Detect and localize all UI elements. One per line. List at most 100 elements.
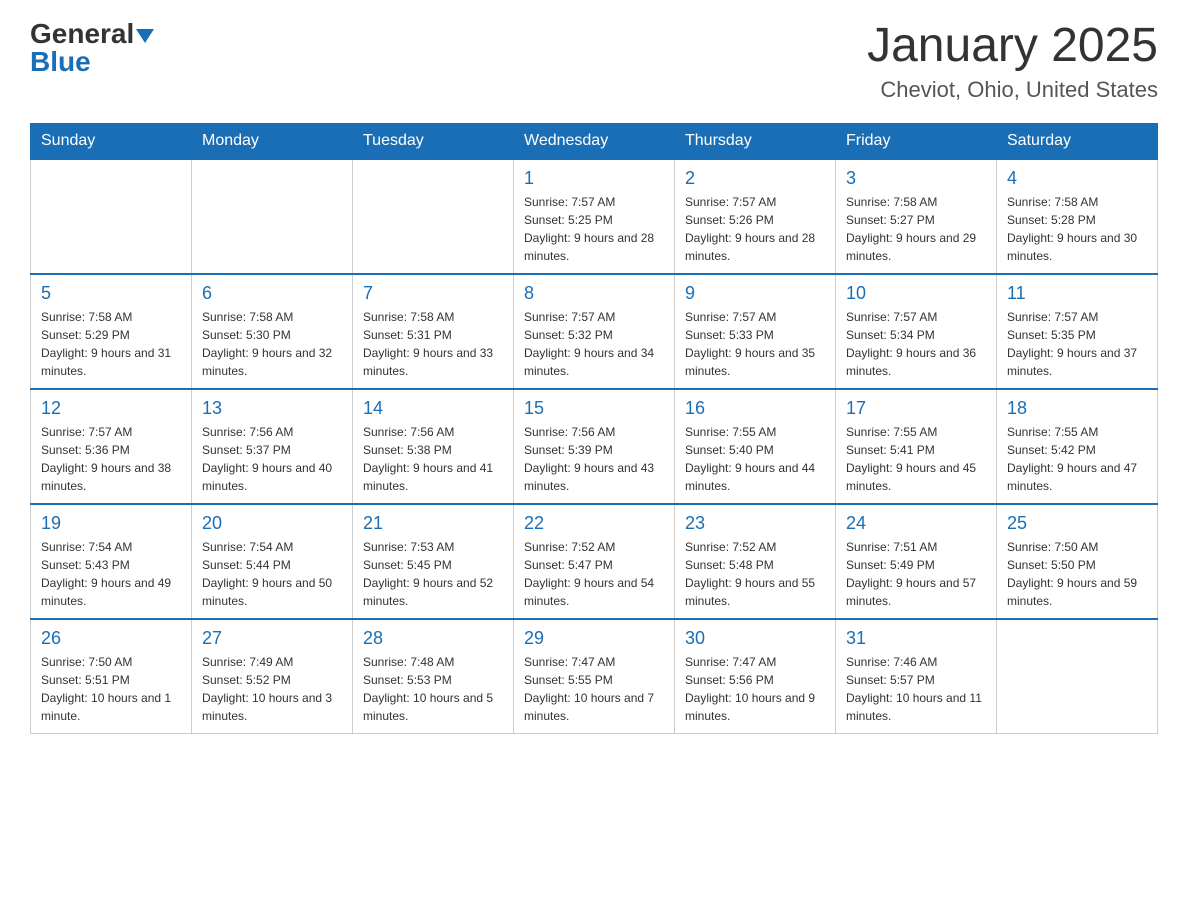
day-info: Sunrise: 7:57 AM Sunset: 5:26 PM Dayligh… bbox=[685, 193, 825, 265]
day-info: Sunrise: 7:50 AM Sunset: 5:50 PM Dayligh… bbox=[1007, 538, 1147, 610]
calendar-cell: 29 Sunrise: 7:47 AM Sunset: 5:55 PM Dayli… bbox=[514, 619, 675, 734]
title-block: January 2025 Cheviot, Ohio, United State… bbox=[867, 20, 1158, 103]
month-title: January 2025 bbox=[867, 20, 1158, 73]
day-info: Sunrise: 7:56 AM Sunset: 5:39 PM Dayligh… bbox=[524, 423, 664, 495]
day-number: 20 bbox=[202, 513, 342, 534]
logo: General Blue bbox=[30, 20, 154, 76]
day-number: 6 bbox=[202, 283, 342, 304]
calendar-cell: 13Sunrise: 7:56 AM Sunset: 5:37 PM Dayli… bbox=[192, 389, 353, 504]
day-number: 28 bbox=[363, 628, 503, 649]
calendar-cell: 26 Sunrise: 7:50 AM Sunset: 5:51 PM Dayli… bbox=[31, 619, 192, 734]
day-number: 9 bbox=[685, 283, 825, 304]
day-info: Sunrise: 7:47 AM Sunset: 5:55 PM Dayligh… bbox=[524, 653, 664, 725]
day-number: 10 bbox=[846, 283, 986, 304]
day-number: 1 bbox=[524, 168, 664, 189]
day-number: 31 bbox=[846, 628, 986, 649]
calendar-cell: 31 Sunrise: 7:46 AM Sunset: 5:57 PM Dayli… bbox=[836, 619, 997, 734]
calendar-cell: 14 Sunrise: 7:56 AM Sunset: 5:38 PM Dayli… bbox=[353, 389, 514, 504]
calendar-cell: 9Sunrise: 7:57 AM Sunset: 5:33 PM Daylig… bbox=[675, 274, 836, 389]
week-row-4: 19Sunrise: 7:54 AM Sunset: 5:43 PM Dayli… bbox=[31, 504, 1158, 619]
calendar-cell: 28 Sunrise: 7:48 AM Sunset: 5:53 PM Dayli… bbox=[353, 619, 514, 734]
calendar-cell: 5Sunrise: 7:58 AM Sunset: 5:29 PM Daylig… bbox=[31, 274, 192, 389]
day-info: Sunrise: 7:58 AM Sunset: 5:31 PM Dayligh… bbox=[363, 308, 503, 380]
page-header: General Blue January 2025 Cheviot, Ohio,… bbox=[30, 20, 1158, 103]
calendar-cell: 3Sunrise: 7:58 AM Sunset: 5:27 PM Daylig… bbox=[836, 159, 997, 274]
calendar-cell: 27Sunrise: 7:49 AM Sunset: 5:52 PM Dayli… bbox=[192, 619, 353, 734]
day-number: 14 bbox=[363, 398, 503, 419]
calendar-cell: 11 Sunrise: 7:57 AM Sunset: 5:35 PM Dayli… bbox=[997, 274, 1158, 389]
logo-top-row: General bbox=[30, 20, 154, 48]
day-number: 7 bbox=[363, 283, 503, 304]
calendar-table: SundayMondayTuesdayWednesdayThursdayFrid… bbox=[30, 123, 1158, 734]
day-info: Sunrise: 7:47 AM Sunset: 5:56 PM Dayligh… bbox=[685, 653, 825, 725]
weekday-header-friday: Friday bbox=[836, 123, 997, 159]
calendar-cell: 25Sunrise: 7:50 AM Sunset: 5:50 PM Dayli… bbox=[997, 504, 1158, 619]
day-number: 11 bbox=[1007, 283, 1147, 304]
calendar-cell: 1 Sunrise: 7:57 AM Sunset: 5:25 PM Daylig… bbox=[514, 159, 675, 274]
day-number: 18 bbox=[1007, 398, 1147, 419]
day-info: Sunrise: 7:54 AM Sunset: 5:44 PM Dayligh… bbox=[202, 538, 342, 610]
day-info: Sunrise: 7:57 AM Sunset: 5:36 PM Dayligh… bbox=[41, 423, 181, 495]
calendar-cell: 15 Sunrise: 7:56 AM Sunset: 5:39 PM Dayli… bbox=[514, 389, 675, 504]
calendar-cell: 8Sunrise: 7:57 AM Sunset: 5:32 PM Daylig… bbox=[514, 274, 675, 389]
day-info: Sunrise: 7:55 AM Sunset: 5:42 PM Dayligh… bbox=[1007, 423, 1147, 495]
day-info: Sunrise: 7:51 AM Sunset: 5:49 PM Dayligh… bbox=[846, 538, 986, 610]
day-info: Sunrise: 7:55 AM Sunset: 5:41 PM Dayligh… bbox=[846, 423, 986, 495]
day-info: Sunrise: 7:57 AM Sunset: 5:25 PM Dayligh… bbox=[524, 193, 664, 265]
calendar-cell bbox=[31, 159, 192, 274]
calendar-cell: 30Sunrise: 7:47 AM Sunset: 5:56 PM Dayli… bbox=[675, 619, 836, 734]
day-info: Sunrise: 7:52 AM Sunset: 5:48 PM Dayligh… bbox=[685, 538, 825, 610]
weekday-header-row: SundayMondayTuesdayWednesdayThursdayFrid… bbox=[31, 123, 1158, 159]
calendar-cell: 18 Sunrise: 7:55 AM Sunset: 5:42 PM Dayli… bbox=[997, 389, 1158, 504]
day-info: Sunrise: 7:50 AM Sunset: 5:51 PM Dayligh… bbox=[41, 653, 181, 725]
day-info: Sunrise: 7:57 AM Sunset: 5:35 PM Dayligh… bbox=[1007, 308, 1147, 380]
weekday-header-monday: Monday bbox=[192, 123, 353, 159]
day-number: 12 bbox=[41, 398, 181, 419]
day-number: 15 bbox=[524, 398, 664, 419]
calendar-cell bbox=[353, 159, 514, 274]
calendar-cell: 17 Sunrise: 7:55 AM Sunset: 5:41 PM Dayli… bbox=[836, 389, 997, 504]
logo-general-text: General bbox=[30, 18, 134, 49]
day-number: 26 bbox=[41, 628, 181, 649]
day-number: 22 bbox=[524, 513, 664, 534]
day-info: Sunrise: 7:58 AM Sunset: 5:30 PM Dayligh… bbox=[202, 308, 342, 380]
logo-blue-text: Blue bbox=[30, 48, 91, 76]
calendar-cell bbox=[997, 619, 1158, 734]
weekday-header-tuesday: Tuesday bbox=[353, 123, 514, 159]
day-number: 23 bbox=[685, 513, 825, 534]
calendar-cell: 10 Sunrise: 7:57 AM Sunset: 5:34 PM Dayli… bbox=[836, 274, 997, 389]
weekday-header-saturday: Saturday bbox=[997, 123, 1158, 159]
logo-triangle-icon bbox=[136, 29, 154, 43]
day-number: 17 bbox=[846, 398, 986, 419]
weekday-header-thursday: Thursday bbox=[675, 123, 836, 159]
day-number: 21 bbox=[363, 513, 503, 534]
day-number: 5 bbox=[41, 283, 181, 304]
calendar-cell: 16Sunrise: 7:55 AM Sunset: 5:40 PM Dayli… bbox=[675, 389, 836, 504]
week-row-1: 1 Sunrise: 7:57 AM Sunset: 5:25 PM Daylig… bbox=[31, 159, 1158, 274]
day-info: Sunrise: 7:46 AM Sunset: 5:57 PM Dayligh… bbox=[846, 653, 986, 725]
day-info: Sunrise: 7:48 AM Sunset: 5:53 PM Dayligh… bbox=[363, 653, 503, 725]
day-info: Sunrise: 7:58 AM Sunset: 5:27 PM Dayligh… bbox=[846, 193, 986, 265]
weekday-header-sunday: Sunday bbox=[31, 123, 192, 159]
calendar-cell: 23 Sunrise: 7:52 AM Sunset: 5:48 PM Dayli… bbox=[675, 504, 836, 619]
day-info: Sunrise: 7:52 AM Sunset: 5:47 PM Dayligh… bbox=[524, 538, 664, 610]
calendar-cell: 6 Sunrise: 7:58 AM Sunset: 5:30 PM Daylig… bbox=[192, 274, 353, 389]
weekday-header-wednesday: Wednesday bbox=[514, 123, 675, 159]
day-info: Sunrise: 7:57 AM Sunset: 5:32 PM Dayligh… bbox=[524, 308, 664, 380]
day-info: Sunrise: 7:56 AM Sunset: 5:37 PM Dayligh… bbox=[202, 423, 342, 495]
calendar-cell: 19Sunrise: 7:54 AM Sunset: 5:43 PM Dayli… bbox=[31, 504, 192, 619]
calendar-cell bbox=[192, 159, 353, 274]
day-info: Sunrise: 7:56 AM Sunset: 5:38 PM Dayligh… bbox=[363, 423, 503, 495]
week-row-3: 12 Sunrise: 7:57 AM Sunset: 5:36 PM Dayli… bbox=[31, 389, 1158, 504]
day-number: 16 bbox=[685, 398, 825, 419]
calendar-cell: 24Sunrise: 7:51 AM Sunset: 5:49 PM Dayli… bbox=[836, 504, 997, 619]
day-info: Sunrise: 7:57 AM Sunset: 5:34 PM Dayligh… bbox=[846, 308, 986, 380]
day-number: 29 bbox=[524, 628, 664, 649]
day-number: 2 bbox=[685, 168, 825, 189]
calendar-cell: 22 Sunrise: 7:52 AM Sunset: 5:47 PM Dayli… bbox=[514, 504, 675, 619]
location-subtitle: Cheviot, Ohio, United States bbox=[867, 77, 1158, 103]
calendar-cell: 20 Sunrise: 7:54 AM Sunset: 5:44 PM Dayli… bbox=[192, 504, 353, 619]
calendar-cell: 7 Sunrise: 7:58 AM Sunset: 5:31 PM Daylig… bbox=[353, 274, 514, 389]
calendar-cell: 2 Sunrise: 7:57 AM Sunset: 5:26 PM Daylig… bbox=[675, 159, 836, 274]
day-info: Sunrise: 7:54 AM Sunset: 5:43 PM Dayligh… bbox=[41, 538, 181, 610]
